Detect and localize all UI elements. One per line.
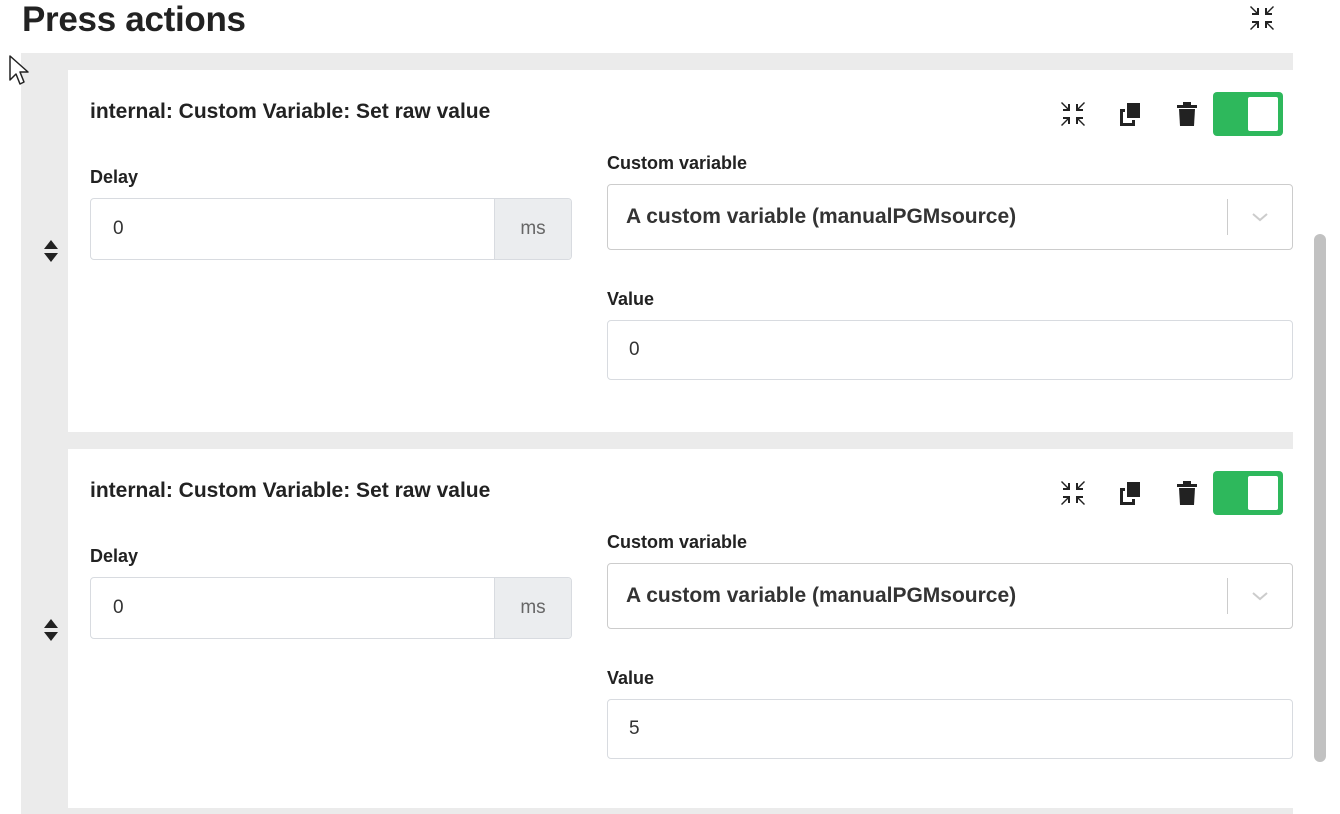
trash-icon xyxy=(1177,102,1197,126)
value-label: Value xyxy=(607,289,655,309)
custom-variable-select[interactable]: A custom variable (manualPGMsource) xyxy=(607,184,1293,250)
drag-handle[interactable] xyxy=(41,238,61,264)
press-actions-page: Press actions internal: Custom Variable:… xyxy=(0,0,1340,814)
delete-action-button[interactable] xyxy=(1171,477,1203,509)
enable-action-toggle[interactable] xyxy=(1213,92,1283,136)
duplicate-action-button[interactable] xyxy=(1114,477,1146,509)
toggle-knob xyxy=(1248,476,1278,510)
drag-handle[interactable] xyxy=(41,617,61,643)
custom-variable-select[interactable]: A custom variable (manualPGMsource) xyxy=(607,563,1293,629)
action-card: internal: Custom Variable: Set raw value xyxy=(21,449,1293,808)
collapse-action-button[interactable] xyxy=(1057,477,1089,509)
compress-icon xyxy=(1061,481,1085,505)
page-title: Press actions xyxy=(22,0,246,39)
action-name: internal: Custom Variable: Set raw value xyxy=(90,100,491,123)
action-card: internal: Custom Variable: Set raw value xyxy=(21,70,1293,432)
delete-action-button[interactable] xyxy=(1171,98,1203,130)
delay-input[interactable]: 0 xyxy=(91,199,494,259)
delay-input-group: 0 ms xyxy=(90,198,572,260)
value-input[interactable]: 0 xyxy=(607,320,1293,380)
delay-input[interactable]: 0 xyxy=(91,578,494,638)
copy-icon xyxy=(1120,103,1140,126)
action-name: internal: Custom Variable: Set raw value xyxy=(90,479,491,502)
delay-unit: ms xyxy=(494,199,571,259)
delay-unit: ms xyxy=(494,578,571,638)
scrollbar-thumb[interactable] xyxy=(1314,234,1326,762)
vertical-scrollbar[interactable] xyxy=(1310,234,1330,762)
custom-variable-label: Custom variable xyxy=(607,153,748,173)
sort-icon xyxy=(44,619,58,641)
value-input[interactable]: 5 xyxy=(607,699,1293,759)
sort-icon xyxy=(44,240,58,262)
custom-variable-label: Custom variable xyxy=(607,532,748,552)
trash-icon xyxy=(1177,481,1197,505)
action-toolbar xyxy=(1057,471,1283,515)
action-list: internal: Custom Variable: Set raw value xyxy=(21,53,1293,814)
custom-variable-selected: A custom variable (manualPGMsource) xyxy=(626,205,1017,228)
collapse-action-button[interactable] xyxy=(1057,98,1089,130)
enable-action-toggle[interactable] xyxy=(1213,471,1283,515)
delay-label: Delay xyxy=(90,167,139,187)
delay-label: Delay xyxy=(90,546,139,566)
chevron-down-icon[interactable] xyxy=(1228,211,1292,223)
compress-icon xyxy=(1061,102,1085,126)
mouse-cursor-icon xyxy=(9,55,29,85)
custom-variable-selected: A custom variable (manualPGMsource) xyxy=(626,584,1017,607)
compress-icon xyxy=(1250,6,1274,30)
copy-icon xyxy=(1120,482,1140,505)
value-label: Value xyxy=(607,668,655,688)
toggle-knob xyxy=(1248,97,1278,131)
action-toolbar xyxy=(1057,92,1283,136)
chevron-down-icon[interactable] xyxy=(1228,590,1292,602)
duplicate-action-button[interactable] xyxy=(1114,98,1146,130)
delay-input-group: 0 ms xyxy=(90,577,572,639)
collapse-all-button[interactable] xyxy=(1246,2,1278,34)
